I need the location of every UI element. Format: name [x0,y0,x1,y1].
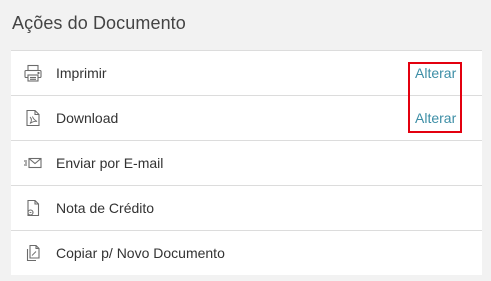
action-download-label: Download [56,110,119,126]
action-download[interactable]: Download Alterar [11,95,482,140]
action-credit-note-label: Nota de Crédito [56,200,155,216]
copy-document-icon [23,243,43,263]
download-change-link[interactable]: Alterar [415,110,456,126]
print-change-link[interactable]: Alterar [415,65,456,81]
email-send-icon [23,153,43,173]
action-copy-new-document[interactable]: Copiar p/ Novo Documento [11,230,482,275]
action-credit-note[interactable]: Nota de Crédito [11,185,482,230]
action-copy-new-document-label: Copiar p/ Novo Documento [56,245,225,261]
action-email[interactable]: Enviar por E-mail [11,140,482,185]
action-print-label: Imprimir [56,65,107,81]
action-email-label: Enviar por E-mail [56,155,164,171]
printer-icon [23,63,43,83]
document-actions-list: Imprimir Alterar Download Alterar Enviar… [11,50,482,275]
action-print[interactable]: Imprimir Alterar [11,50,482,95]
credit-note-icon [23,198,43,218]
panel-title: Ações do Documento [12,13,186,33]
pdf-download-icon [23,108,43,128]
